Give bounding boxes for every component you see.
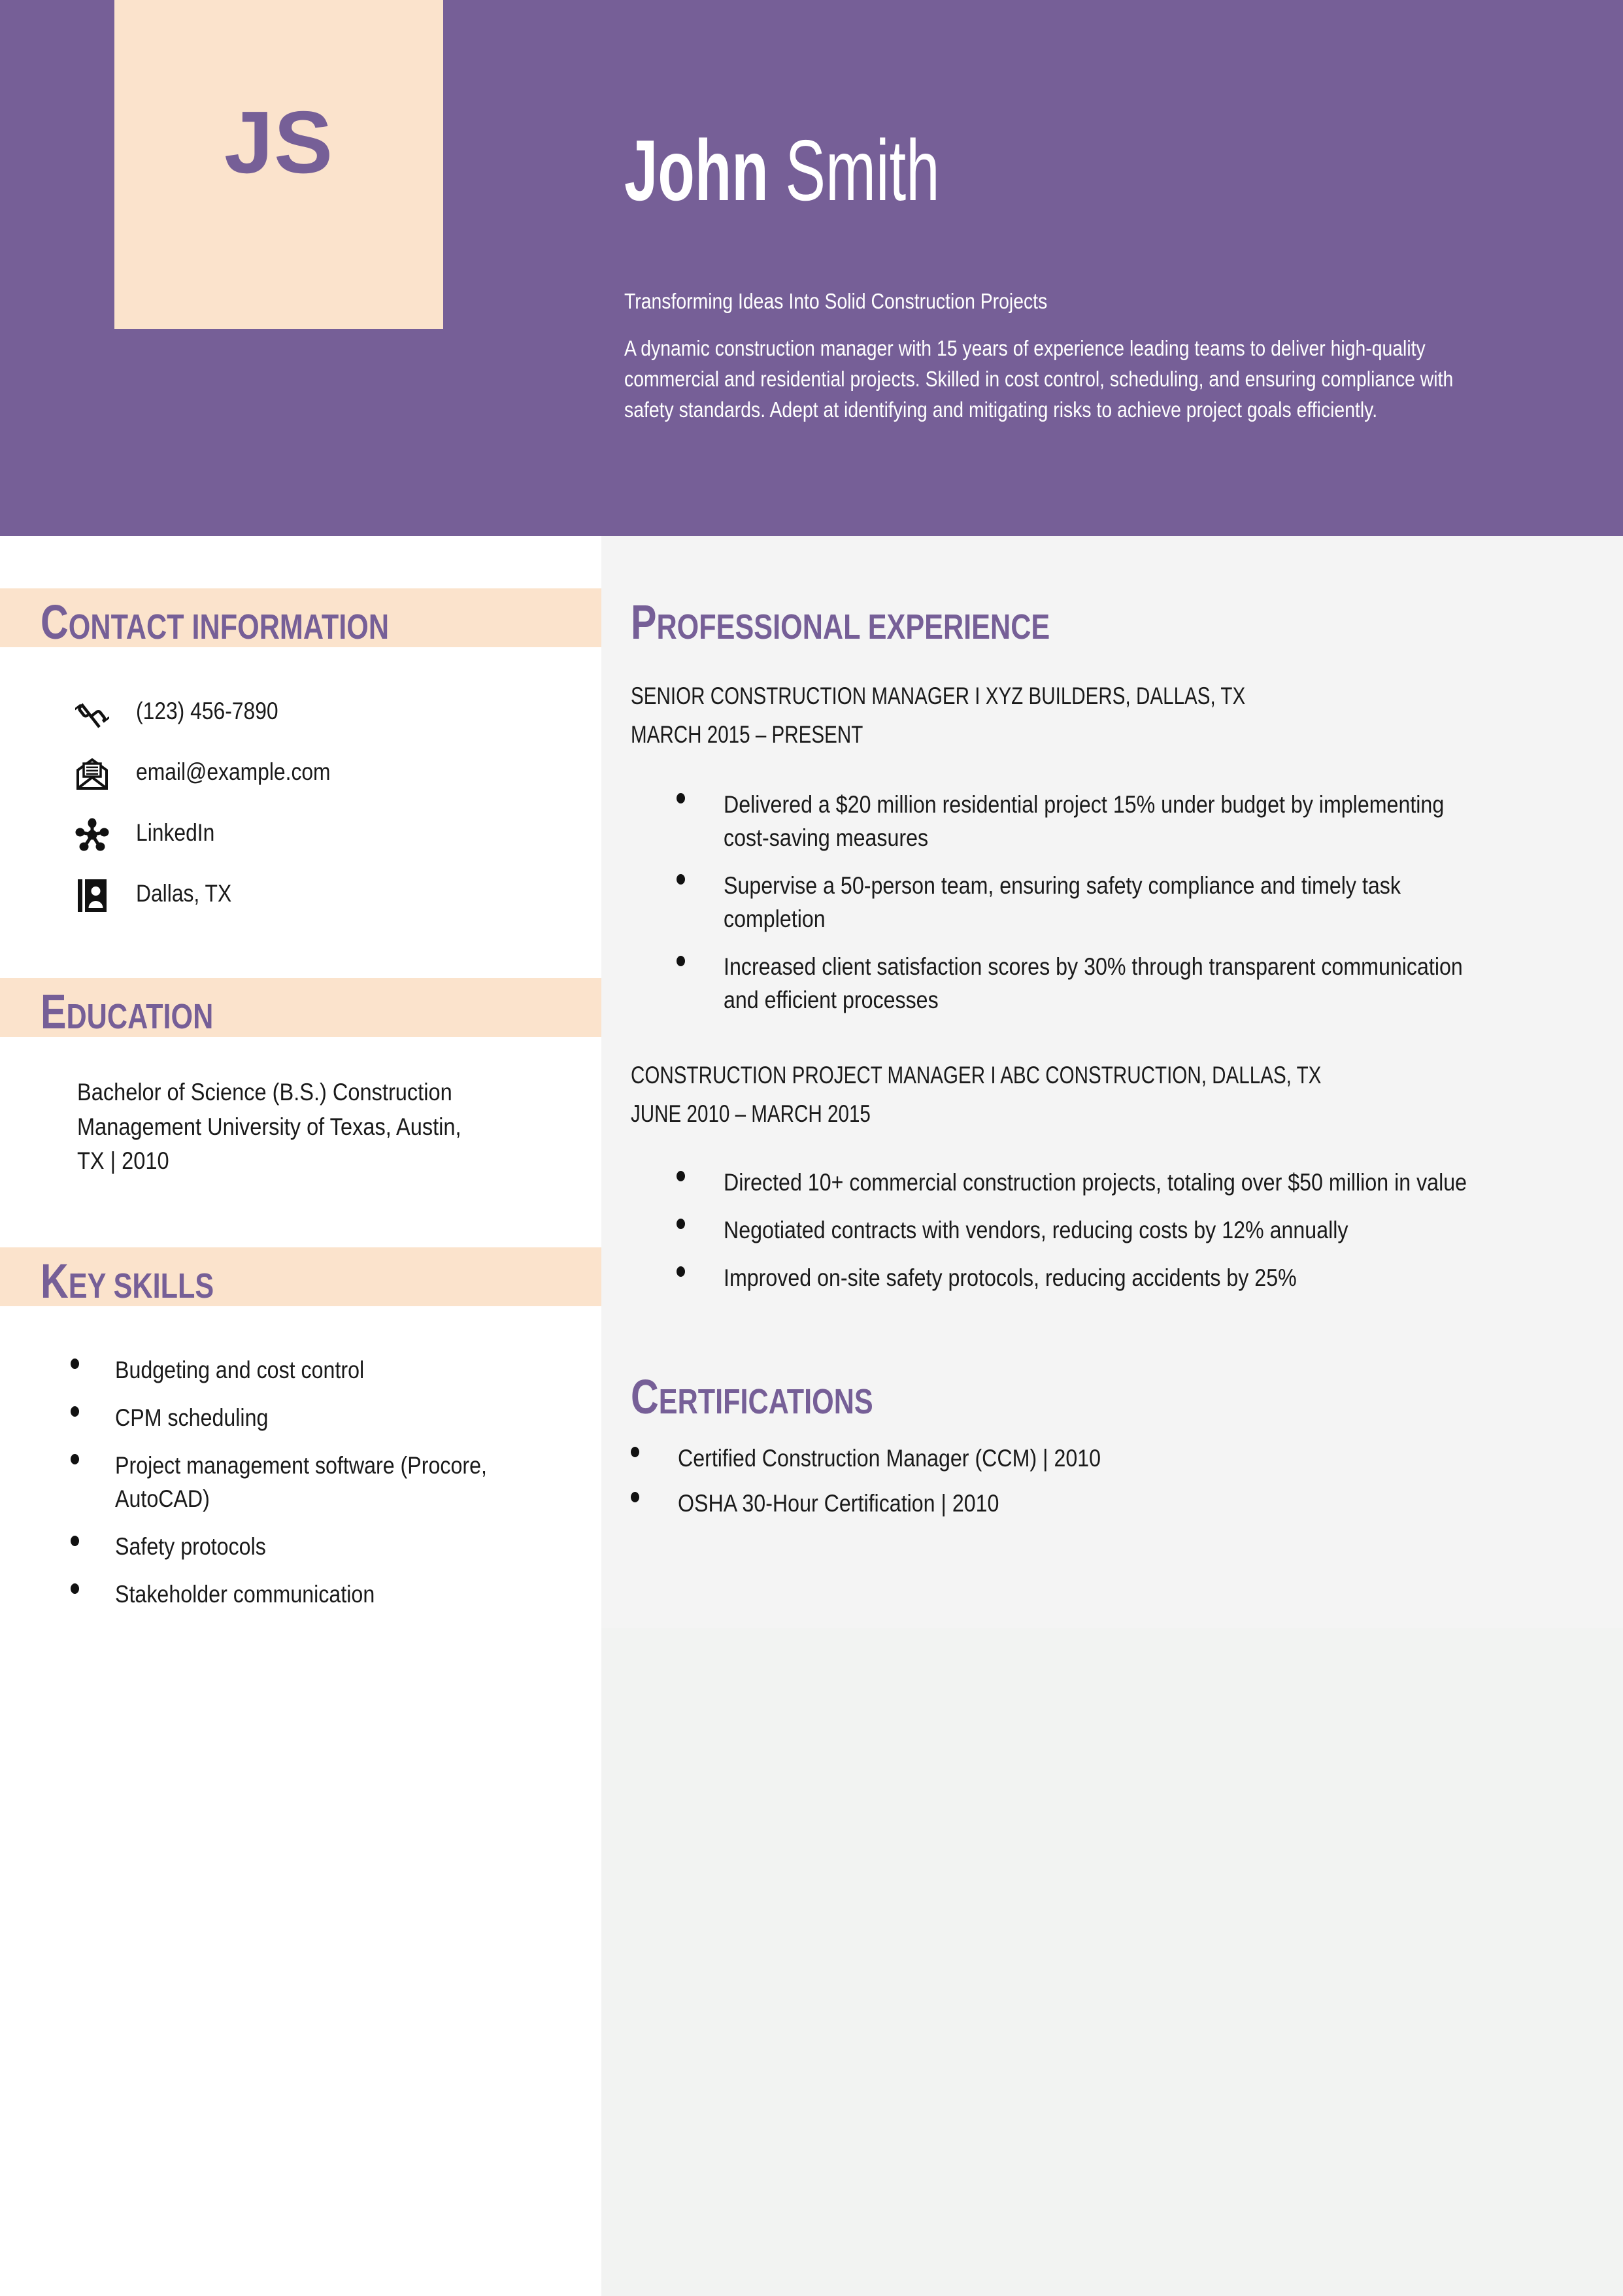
list-item: Budgeting and cost control (71, 1353, 567, 1387)
list-item: Negotiated contracts with vendors, reduc… (677, 1213, 1592, 1247)
job-bullets-0: Delivered a $20 million residential proj… (677, 788, 1592, 1031)
list-item: CPM scheduling (71, 1401, 567, 1434)
job-bullet-text: Increased client satisfaction scores by … (724, 953, 1463, 1014)
key-skill-text: Budgeting and cost control (115, 1357, 365, 1383)
list-item: Certified Construction Manager (CCM) | 2… (631, 1442, 1559, 1475)
contact-linkedin-value: LinkedIn (136, 819, 215, 846)
network-icon (72, 815, 112, 855)
list-item: Project management software (Procore, Au… (71, 1449, 567, 1515)
job-title-0: SENIOR CONSTRUCTION MANAGER I XYZ BUILDE… (631, 683, 1246, 709)
certifications-section-heading: Certifications (631, 1373, 873, 1421)
key-skills-section-heading: Key skills (41, 1257, 214, 1306)
certifications-list: Certified Construction Manager (CCM) | 2… (631, 1442, 1559, 1532)
contact-phone-value: (123) 456-7890 (136, 698, 278, 724)
job-bullet-text: Improved on-site safety protocols, reduc… (724, 1264, 1297, 1292)
header-text-group: John Smith Transforming Ideas Into Solid… (624, 0, 1592, 536)
experience-heading-capital: P (631, 595, 657, 649)
key-skills-list: Budgeting and cost control CPM schedulin… (71, 1353, 567, 1625)
key-skills-heading-rest: ey skills (68, 1266, 214, 1306)
key-skill-text: Stakeholder communication (115, 1581, 375, 1608)
professional-tagline: Transforming Ideas Into Solid Constructi… (624, 289, 1048, 313)
job-bullets-1: Directed 10+ commercial construction pro… (677, 1166, 1592, 1309)
job-bullet-text: Delivered a $20 million residential proj… (724, 791, 1445, 852)
job-bullet-text: Supervise a 50-person team, ensuring saf… (724, 872, 1401, 933)
bullet-dot-icon (71, 1583, 79, 1594)
bullet-dot-icon (677, 1171, 685, 1182)
key-skill-text: Project management software (Procore, Au… (115, 1452, 487, 1513)
contact-heading-rest: ontact information (68, 607, 390, 647)
certifications-heading-rest: ertifications (658, 1382, 873, 1421)
bullet-dot-icon (677, 1266, 685, 1277)
certification-text: OSHA 30-Hour Certification | 2010 (678, 1490, 999, 1517)
envelope-icon (72, 754, 112, 794)
education-entry: Bachelor of Science (B.S.) Construction … (77, 1079, 461, 1175)
last-name: Smith (785, 122, 940, 218)
resume-header-banner: JS John Smith Transforming Ideas Into So… (0, 0, 1623, 536)
key-skills-heading-capital: K (41, 1254, 69, 1308)
bullet-dot-icon (677, 793, 685, 804)
list-item: Directed 10+ commercial construction pro… (677, 1166, 1592, 1199)
key-skill-text: CPM scheduling (115, 1404, 269, 1432)
experience-heading-rest: rofessional experience (656, 607, 1050, 647)
list-item: Safety protocols (71, 1530, 567, 1563)
contact-section-heading: Contact information (41, 598, 389, 647)
education-heading-rest: ducation (66, 997, 214, 1036)
bullet-dot-icon (631, 1447, 639, 1458)
main-column-lower-fill (601, 1628, 1623, 2296)
list-item: OSHA 30-Hour Certification | 2010 (631, 1487, 1559, 1520)
list-item: Stakeholder communication (71, 1578, 567, 1611)
key-skill-text: Safety protocols (115, 1533, 266, 1561)
job-dates-0: MARCH 2015 – PRESENT (631, 721, 863, 748)
bullet-dot-icon (71, 1454, 79, 1465)
list-item: Supervise a 50-person team, ensuring saf… (677, 869, 1592, 936)
job-dates-1: JUNE 2010 – MARCH 2015 (631, 1100, 871, 1127)
contact-card-icon (72, 875, 112, 916)
education-section-heading: Education (41, 988, 213, 1036)
bullet-dot-icon (71, 1406, 79, 1417)
contact-item-linkedin[interactable]: LinkedIn (72, 813, 595, 858)
page-title: John Smith (624, 127, 940, 214)
contact-item-location[interactable]: Dallas, TX (72, 874, 595, 919)
contact-email-value: email@example.com (136, 758, 331, 785)
contact-location-value: Dallas, TX (136, 880, 232, 907)
contact-item-phone[interactable]: (123) 456-7890 (72, 692, 595, 736)
list-item: Increased client satisfaction scores by … (677, 950, 1592, 1017)
bullet-dot-icon (677, 955, 685, 966)
phone-icon (72, 693, 112, 734)
bullet-dot-icon (677, 874, 685, 885)
contact-item-email[interactable]: email@example.com (72, 752, 595, 797)
bullet-dot-icon (71, 1359, 79, 1370)
monogram-box: JS (114, 0, 443, 329)
professional-summary: A dynamic construction manager with 15 y… (624, 336, 1454, 422)
list-item: Improved on-site safety protocols, reduc… (677, 1261, 1592, 1294)
experience-section-heading: Professional experience (631, 598, 1050, 647)
monogram-initials: JS (224, 93, 334, 192)
bullet-dot-icon (71, 1535, 79, 1546)
certification-text: Certified Construction Manager (CCM) | 2… (678, 1445, 1101, 1472)
contact-heading-capital: C (41, 595, 69, 649)
job-bullet-text: Directed 10+ commercial construction pro… (724, 1169, 1467, 1196)
bullet-dot-icon (631, 1492, 639, 1503)
certifications-heading-capital: C (631, 1370, 659, 1424)
education-heading-capital: E (41, 985, 67, 1039)
bullet-dot-icon (677, 1219, 685, 1230)
list-item: Delivered a $20 million residential proj… (677, 788, 1592, 854)
job-title-1: CONSTRUCTION PROJECT MANAGER I ABC CONST… (631, 1062, 1322, 1089)
first-name: John (624, 122, 769, 218)
job-bullet-text: Negotiated contracts with vendors, reduc… (724, 1217, 1348, 1244)
